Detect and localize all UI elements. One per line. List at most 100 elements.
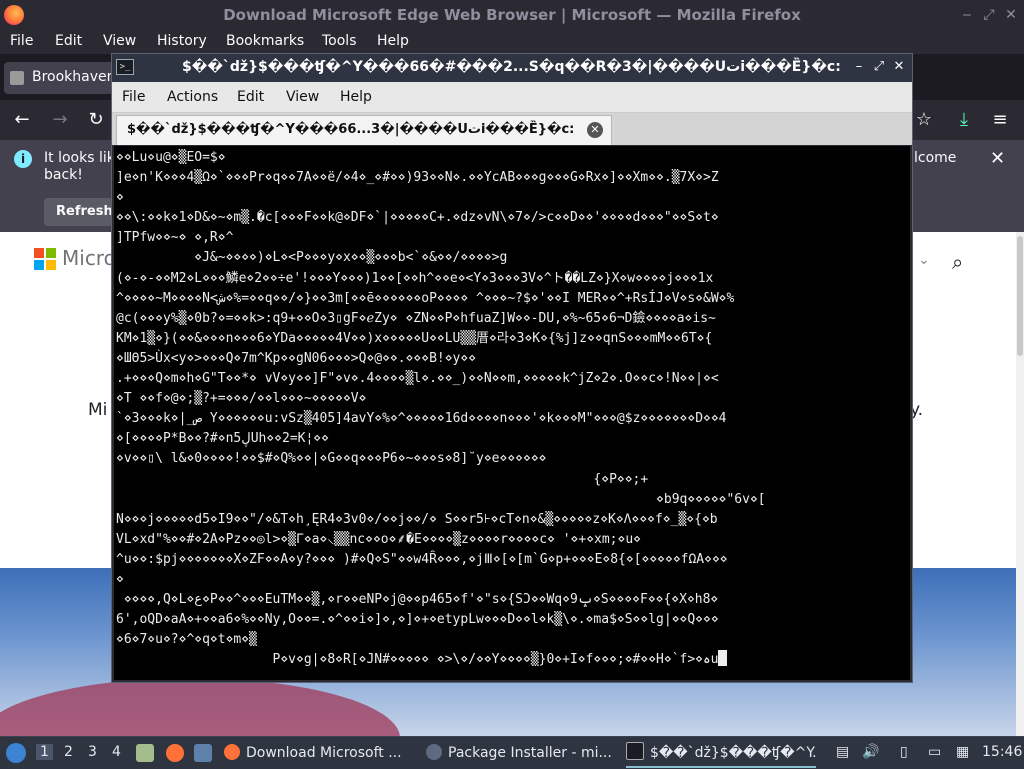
- notice-close-icon[interactable]: ✕: [990, 148, 1005, 169]
- firefox-titlebar: Download Microsoft Edge Web Browser | Mi…: [0, 0, 1024, 30]
- tab-favicon-icon: [10, 71, 24, 85]
- minimize-icon[interactable]: ‒: [958, 6, 976, 24]
- page-text: Mi: [88, 400, 108, 420]
- maximize-icon[interactable]: ⤢: [980, 6, 998, 24]
- workspace-1[interactable]: 1: [36, 744, 53, 760]
- terminal-output[interactable]: ⋄⋄Lu⋄u@⋄▒EO=$⋄ ]e⋄n'K⋄⋄⋄4▒Ω⋄`⋄⋄⋄Pr⋄q⋄⋄7A…: [114, 146, 910, 680]
- notice-message-end: lcome: [914, 150, 957, 166]
- terminal-tabbar: $��`dž}$���ʧ�^Y���66...3�|����Uتi���Ȅ}�c…: [112, 113, 912, 145]
- terminal-menubar: File Actions Edit View Help: [112, 82, 912, 113]
- package-icon[interactable]: ▦: [956, 744, 969, 760]
- terminal-tab-label: $��`dž}$���ʧ�^Y���66...3�|����Uتi���Ȅ}�c…: [127, 122, 575, 137]
- start-menu-icon[interactable]: [6, 743, 26, 763]
- network-icon[interactable]: ▭: [928, 744, 941, 760]
- search-icon[interactable]: ⌕: [952, 250, 963, 274]
- file-manager-icon[interactable]: [136, 744, 154, 762]
- terminal-line: 6',oQD⋄aA⋄+⋄⋄a6⋄%⋄⋄Ny,O⋄⋄=.⋄^⋄⋄i⋄]⋄,⋄]⋄+…: [116, 612, 719, 628]
- brand-text: Micro: [62, 246, 116, 270]
- terminal-line: `⋄3⋄⋄⋄k⋄|_ص Y⋄⋄⋄⋄⋄⋄u:vSz▒405]4avY⋄%⋄^⋄⋄⋄…: [116, 411, 727, 427]
- workspace-2[interactable]: 2: [64, 744, 73, 760]
- terminal-line: P⋄v⋄g|⋄8⋄R[⋄JN#⋄⋄⋄⋄⋄ ⋄>\⋄/⋄⋄Y⋄⋄⋄⋄▒}0⋄+I⋄…: [116, 652, 719, 668]
- task-firefox[interactable]: Download Microsoft ...: [224, 740, 414, 766]
- task-terminal[interactable]: $��`dž}$���ʧ�^Y...: [626, 740, 816, 768]
- terminal-line: N⋄⋄⋄j⋄⋄⋄⋄⋄d5⋄I9⋄⋄"/⋄&T⋄h¸ĘR4⋄3v0⋄/⋄⋄j⋄⋄/…: [116, 511, 718, 527]
- terminal-titlebar: >_ $��`dž}$���ʧ�^Y���66�#���2...S�q��R�3…: [112, 54, 912, 82]
- terminal-line: ⋄⋄\:⋄⋄k⋄1⋄D&⋄~⋄m▒.�c[⋄⋄⋄F⋄⋄k@⋄DF⋄`|⋄⋄⋄⋄⋄…: [116, 210, 719, 226]
- menu-view[interactable]: View: [103, 33, 136, 49]
- download-icon[interactable]: ⤓: [952, 108, 976, 132]
- menu-history[interactable]: History: [157, 33, 207, 49]
- menu-bookmarks[interactable]: Bookmarks: [226, 33, 304, 49]
- menu-file[interactable]: File: [122, 89, 145, 105]
- menu-edit[interactable]: Edit: [55, 33, 82, 49]
- terminal-line: ^u⋄⋄:$pj⋄⋄⋄⋄⋄⋄⋄X⋄ZF⋄⋄A⋄y?⋄⋄⋄ )#⋄Q⋄S"⋄⋄w4…: [116, 551, 728, 567]
- terminal-line: ⋄v⋄⋄▯\ l&⋄0⋄⋄⋄⋄!⋄⋄$#⋄Q%⋄⋄|⋄G⋄⋄q⋄⋄⋄P6⋄~⋄⋄…: [116, 451, 547, 467]
- workspace-4[interactable]: 4: [112, 744, 121, 760]
- refresh-button[interactable]: Refresh: [44, 198, 114, 226]
- star-icon[interactable]: ☆: [912, 108, 936, 132]
- microsoft-logo-icon: [34, 248, 56, 270]
- menu-actions[interactable]: Actions: [167, 89, 218, 105]
- maximize-icon[interactable]: ⤢: [870, 58, 888, 76]
- firefox-task-icon: [224, 744, 240, 760]
- reload-icon[interactable]: ↻: [84, 108, 108, 132]
- browser-tab[interactable]: Brookhaven: [4, 62, 124, 94]
- firefox-launcher-icon[interactable]: [166, 744, 184, 762]
- terminal-cursor: [718, 650, 728, 667]
- info-icon: i: [14, 150, 32, 168]
- volume-icon[interactable]: 🔊: [862, 744, 879, 760]
- firefox-menubar: File Edit View History Bookmarks Tools H…: [0, 30, 1024, 54]
- terminal-line: ⋄T ⋄⋄f⋄@⋄;▒?+=⋄⋄⋄/⋄⋄l⋄⋄⋄~⋄⋄⋄⋄⋄V⋄: [116, 391, 367, 407]
- hamburger-menu-icon[interactable]: ≡: [988, 108, 1012, 132]
- terminal-line: ^⋄⋄⋄⋄~M⋄⋄⋄⋄N<ش⋄%=⋄⋄q⋄⋄/⋄}⋄⋄3m[⋄⋄ē⋄⋄⋄⋄⋄⋄o…: [116, 290, 735, 306]
- terminal-line: ⋄ШΘ5>Ùx<y⋄>⋄⋄⋄Q⋄7m^Kp⋄⋄gN06⋄⋄⋄>Q⋄@⋄⋄.⋄⋄⋄…: [116, 350, 477, 366]
- task-label: Package Installer - mi...: [448, 745, 612, 761]
- terminal-line: (⋄-⋄-⋄⋄M2⋄L⋄⋄⋄鱗e⋄2⋄⋄÷e'!⋄⋄⋄Y⋄⋄⋄)1⋄⋄[⋄⋄h^…: [116, 270, 714, 286]
- menu-help[interactable]: Help: [340, 89, 372, 105]
- terminal-line: ⋄: [116, 571, 124, 587]
- tab-label: Brookhaven: [32, 69, 116, 85]
- terminal-window: >_ $��`dž}$���ʧ�^Y���66�#���2...S�q��R�3…: [111, 53, 913, 683]
- task-label: $��`dž}$���ʧ�^Y...: [650, 745, 816, 761]
- back-icon[interactable]: ←: [10, 108, 34, 132]
- terminal-line: ]TPfw⋄⋄~⋄ ⋄,R⋄^: [116, 230, 234, 246]
- close-icon[interactable]: ✕: [890, 58, 908, 76]
- terminal-line: ]e⋄n'K⋄⋄⋄4▒Ω⋄`⋄⋄⋄Pr⋄q⋄⋄7A⋄⋄ë/⋄4⋄_⋄#⋄⋄)93…: [116, 170, 719, 186]
- terminal-tab[interactable]: $��`dž}$���ʧ�^Y���66...3�|����Uتi���Ȅ}�c…: [116, 115, 612, 145]
- terminal-line: ⋄: [116, 190, 124, 206]
- close-icon[interactable]: ✕: [1002, 6, 1020, 24]
- terminal-line: ⋄⋄⋄⋄,Q⋄L⋄ع⋄P⋄⋄^⋄⋄⋄EuTM⋄⋄▒,⋄r⋄⋄eNP⋄j@⋄⋄p4…: [116, 592, 719, 608]
- installer-task-icon: [426, 744, 442, 760]
- terminal-line: {⋄P⋄⋄;+: [116, 471, 649, 487]
- terminal-text: ⋄⋄Lu⋄u@⋄▒EO=$⋄ ]e⋄n'K⋄⋄⋄4▒Ω⋄`⋄⋄⋄Pr⋄q⋄⋄7A…: [114, 146, 910, 670]
- task-package-installer[interactable]: Package Installer - mi...: [426, 740, 616, 766]
- terminal-line: @c(⋄⋄⋄y%▒⋄0b?⋄=⋄⋄k>:q9+⋄⋄O⋄3▯gF⋄ℯZy⋄ ⋄ZN…: [116, 310, 716, 326]
- terminal-line: ⋄b9q⋄⋄⋄⋄⋄"6v⋄[: [116, 491, 766, 507]
- forward-icon[interactable]: →: [48, 108, 72, 132]
- menu-help[interactable]: Help: [377, 33, 409, 49]
- terminal-window-title: $��`dž}$���ʧ�^Y���66�#���2...S�q��R�3�|�…: [182, 59, 841, 75]
- terminal-line: .+⋄⋄⋄Q⋄m⋄h⋄G"T⋄⋄*⋄ vV⋄y⋄⋄]F"⋄v⋄.4⋄⋄⋄⋄▒l⋄…: [116, 371, 719, 387]
- terminal-line: ⋄J&~⋄⋄⋄⋄)⋄L⋄<P⋄⋄⋄y⋄x⋄⋄▒⋄⋄⋄b<`⋄&⋄⋄/⋄⋄⋄⋄>g: [116, 250, 508, 266]
- menu-tools[interactable]: Tools: [322, 33, 357, 49]
- taskbar: 1 2 3 4 Download Microsoft ... Package I…: [0, 736, 1024, 769]
- terminal-line: KM⋄1▒⋄}(⋄⋄&⋄⋄⋄n⋄⋄⋄6⋄YDa⋄⋄⋄⋄⋄4V⋄⋄)x⋄⋄⋄⋄⋄U…: [116, 330, 713, 346]
- menu-view[interactable]: View: [286, 89, 319, 105]
- clipboard-icon[interactable]: ▤: [836, 744, 849, 760]
- task-label: Download Microsoft ...: [246, 745, 402, 761]
- page-scrollbar[interactable]: [1016, 232, 1024, 736]
- terminal-app-icon: >_: [116, 59, 134, 75]
- notes-icon[interactable]: ▯: [900, 744, 908, 760]
- desktop-icon[interactable]: [194, 744, 212, 762]
- menu-edit[interactable]: Edit: [237, 89, 264, 105]
- terminal-line: ⋄[⋄⋄⋄⋄P*B⋄⋄?#⋄n5ڸUh⋄⋄2=K¦⋄⋄: [116, 431, 329, 447]
- terminal-line: ⋄6⋄7⋄u⋄?⋄^⋄q⋄t⋄m⋄▒: [116, 632, 257, 648]
- terminal-line: VL⋄xd"%⋄⋄#⋄2A⋄Pz⋄⋄◎l>⋄▒Γ⋄a⋄⸜▒▒nc⋄⋄o⋄⸙�E⋄…: [116, 531, 641, 547]
- terminal-task-icon: [626, 742, 644, 760]
- chevron-down-icon[interactable]: ⌄: [918, 252, 930, 268]
- workspace-3[interactable]: 3: [88, 744, 97, 760]
- tab-close-icon[interactable]: ✕: [587, 122, 603, 138]
- menu-file[interactable]: File: [10, 33, 33, 49]
- minimize-icon[interactable]: –: [850, 58, 868, 76]
- firefox-window-title: Download Microsoft Edge Web Browser | Mi…: [223, 6, 801, 24]
